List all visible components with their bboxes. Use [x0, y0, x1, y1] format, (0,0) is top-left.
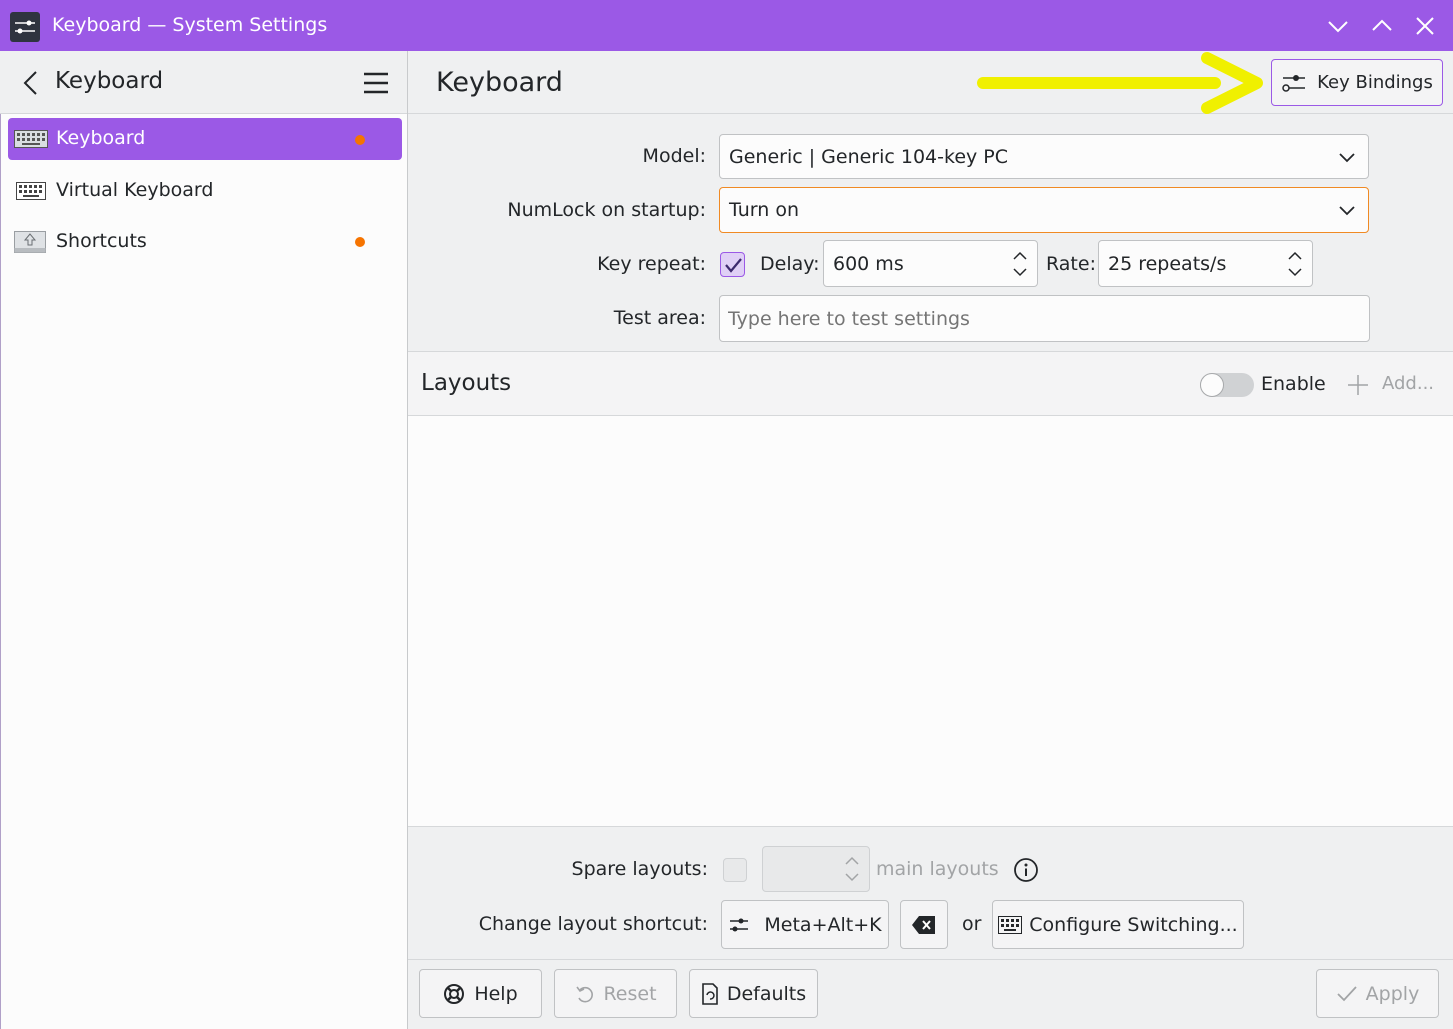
configure-sliders-icon: [730, 918, 749, 931]
hamburger-icon: [364, 72, 388, 94]
layouts-title: Layouts: [421, 370, 512, 396]
apply-label: Apply: [1365, 982, 1420, 1005]
delay-value: 600 ms: [833, 252, 904, 275]
main-layouts-label: main layouts: [876, 858, 999, 880]
chevron-down-icon: [1328, 21, 1348, 33]
undo-icon: [576, 986, 594, 1002]
or-label: or: [962, 913, 982, 935]
change-shortcut-label: Change layout shortcut:: [478, 913, 708, 935]
sidebar-item-label: Shortcuts: [56, 230, 147, 252]
enable-toggle[interactable]: [1200, 373, 1254, 397]
keyboard-icon: [998, 915, 1023, 934]
configure-switching-label: Configure Switching...: [1029, 913, 1238, 936]
test-area-input[interactable]: [719, 295, 1370, 342]
key-repeat-label: Key repeat:: [597, 253, 706, 275]
shortcuts-key-icon: [14, 231, 46, 253]
checkmark-icon: [725, 258, 742, 273]
model-combobox[interactable]: Generic | Generic 104-key PC: [719, 134, 1369, 179]
spare-layouts-spinbox[interactable]: [762, 846, 870, 892]
chevron-down-icon: [1339, 206, 1355, 216]
close-icon: [1416, 17, 1434, 35]
key-bindings-label: Key Bindings: [1317, 72, 1433, 93]
sidebar-item-label: Keyboard: [56, 127, 146, 149]
model-value: Generic | Generic 104-key PC: [729, 145, 1009, 168]
virtual-keyboard-icon: [16, 182, 46, 200]
defaults-button[interactable]: Defaults: [689, 969, 818, 1018]
numlock-label: NumLock on startup:: [507, 199, 706, 221]
chevron-left-icon: [23, 71, 37, 95]
info-button[interactable]: [1013, 857, 1039, 883]
numlock-combobox[interactable]: Turn on: [719, 187, 1369, 233]
spare-layouts-label: Spare layouts:: [571, 858, 708, 880]
document-revert-icon: [702, 982, 718, 1005]
chevron-up-icon: [1372, 19, 1392, 31]
minimize-button[interactable]: [1325, 13, 1351, 39]
defaults-label: Defaults: [726, 982, 807, 1005]
spare-layouts-checkbox[interactable]: [723, 858, 747, 882]
close-button[interactable]: [1412, 13, 1438, 39]
reset-label: Reset: [603, 982, 657, 1005]
help-button[interactable]: Help: [419, 969, 542, 1018]
page-title: Keyboard: [436, 67, 563, 98]
hamburger-menu-button[interactable]: [362, 70, 390, 96]
shortcut-value: Meta+Alt+K: [764, 913, 882, 936]
modified-indicator: [355, 237, 365, 247]
system-settings-icon: [10, 12, 40, 42]
delay-label: Delay:: [760, 253, 820, 275]
enable-label: Enable: [1261, 373, 1326, 395]
maximize-button[interactable]: [1369, 13, 1395, 39]
rate-spinbox[interactable]: 25 repeats/s: [1098, 240, 1313, 287]
sidebar-item-label: Virtual Keyboard: [56, 179, 214, 201]
key-repeat-checkbox[interactable]: [720, 252, 745, 277]
reset-button[interactable]: Reset: [554, 969, 677, 1018]
configure-sliders-icon: [1282, 74, 1306, 92]
configure-switching-button[interactable]: Configure Switching...: [992, 900, 1244, 949]
sidebar-title: Keyboard: [55, 68, 164, 94]
layouts-list[interactable]: [408, 416, 1453, 826]
checkmark-icon: [1337, 985, 1357, 1001]
clear-shortcut-button[interactable]: [900, 900, 948, 949]
toggle-knob: [1200, 373, 1224, 397]
spin-arrows-icon: [1013, 251, 1027, 277]
window-title: Keyboard — System Settings: [52, 14, 328, 36]
sidebar-item-virtual-keyboard[interactable]: Virtual Keyboard: [8, 170, 402, 212]
shortcut-button[interactable]: Meta+Alt+K: [721, 900, 889, 949]
rate-value: 25 repeats/s: [1108, 252, 1227, 275]
spin-arrows-icon: [1288, 251, 1302, 277]
test-area-label: Test area:: [613, 307, 706, 329]
help-label: Help: [474, 982, 518, 1005]
backspace-icon: [912, 915, 935, 934]
rate-label: Rate:: [1046, 253, 1096, 275]
add-layout-label: Add...: [1382, 373, 1435, 394]
add-layout-button[interactable]: Add...: [1346, 372, 1436, 398]
annotation-arrow-icon: [977, 52, 1263, 114]
model-label: Model:: [642, 145, 706, 167]
modified-indicator: [355, 135, 365, 145]
numlock-value: Turn on: [729, 199, 799, 221]
plus-icon: [1348, 375, 1368, 395]
spin-arrows-icon: [845, 856, 859, 882]
help-lifebuoy-icon: [444, 983, 465, 1004]
chevron-down-icon: [1339, 153, 1355, 163]
sidebar-item-keyboard[interactable]: Keyboard: [8, 118, 402, 160]
sidebar-item-shortcuts[interactable]: Shortcuts: [8, 221, 402, 263]
back-button[interactable]: [18, 68, 46, 98]
delay-spinbox[interactable]: 600 ms: [823, 240, 1038, 287]
key-bindings-button[interactable]: Key Bindings: [1271, 59, 1443, 106]
info-icon: [1014, 858, 1038, 882]
keyboard-icon: [14, 130, 48, 148]
apply-button[interactable]: Apply: [1316, 969, 1439, 1018]
